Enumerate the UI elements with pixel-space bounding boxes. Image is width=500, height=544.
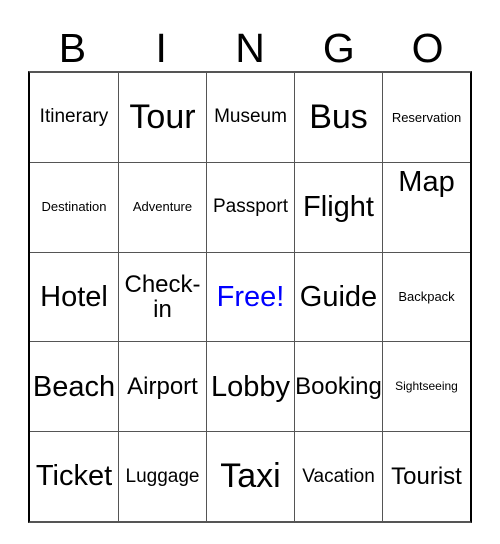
bingo-cell[interactable]: Vacation xyxy=(294,432,382,521)
bingo-header-letter-g: G xyxy=(322,25,355,71)
bingo-cell[interactable]: Airport xyxy=(118,342,206,432)
bingo-cell[interactable]: Reservation xyxy=(382,73,470,162)
bingo-cell[interactable]: Passport xyxy=(206,162,294,252)
bingo-card: B I N G O Itinerary Tour Museum Bus Rese… xyxy=(28,12,472,523)
bingo-cell[interactable]: Itinerary xyxy=(30,73,118,162)
bingo-cell[interactable]: Taxi xyxy=(206,432,294,521)
bingo-cell[interactable]: Tourist xyxy=(382,432,470,521)
bingo-cell[interactable]: Sightseeing xyxy=(382,342,470,432)
bingo-cell[interactable]: Guide xyxy=(294,252,382,342)
bingo-row: Beach Airport Lobby Booking Sightseeing xyxy=(30,341,470,432)
bingo-cell[interactable]: Flight xyxy=(294,162,382,252)
bingo-cell[interactable]: Bus xyxy=(294,73,382,162)
bingo-cell[interactable]: Ticket xyxy=(30,432,118,521)
bingo-cell[interactable]: Backpack xyxy=(382,252,470,342)
bingo-row: Ticket Luggage Taxi Vacation Tourist xyxy=(30,431,470,521)
bingo-cell[interactable]: Adventure xyxy=(118,162,206,252)
bingo-cell[interactable]: Beach xyxy=(30,342,118,431)
bingo-header-letter-i: I xyxy=(155,25,167,71)
bingo-cell[interactable]: Hotel xyxy=(30,253,118,342)
bingo-cell[interactable]: Tour xyxy=(118,73,206,162)
bingo-row: Hotel Check-in Free! Guide Backpack xyxy=(30,251,470,342)
bingo-cell[interactable]: Lobby xyxy=(206,342,294,432)
bingo-cell[interactable]: Museum xyxy=(206,73,294,162)
bingo-header: B I N G O xyxy=(28,12,472,71)
bingo-row: Itinerary Tour Museum Bus Reservation xyxy=(30,73,470,162)
bingo-cell[interactable]: Map xyxy=(382,162,470,252)
bingo-cell[interactable]: Luggage xyxy=(118,432,206,521)
bingo-row: Destination Adventure Passport Flight Ma… xyxy=(30,161,470,252)
bingo-cell-free-space[interactable]: Free! xyxy=(206,252,294,342)
bingo-cell[interactable]: Check-in xyxy=(118,252,206,342)
bingo-header-letter-n: N xyxy=(235,25,265,71)
bingo-cell[interactable]: Destination xyxy=(30,163,118,252)
bingo-header-letter-b: B xyxy=(58,25,87,71)
bingo-header-letter-o: O xyxy=(411,25,444,71)
bingo-cell[interactable]: Booking xyxy=(294,342,382,432)
bingo-grid: Itinerary Tour Museum Bus Reservation De… xyxy=(28,71,472,523)
